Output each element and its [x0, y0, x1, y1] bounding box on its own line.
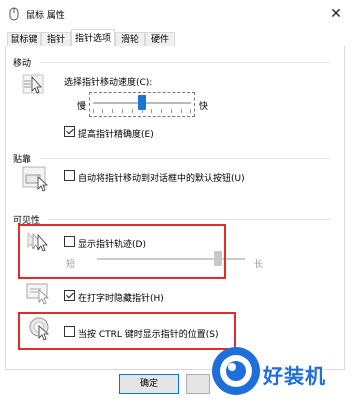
- tab-buttons[interactable]: 鼠标键: [7, 32, 41, 47]
- hide-while-typing-icon: [26, 283, 50, 305]
- speed-tick: [102, 109, 103, 113]
- visibility-group-divider: [48, 219, 330, 220]
- enhance-precision-label: 提高指针精确度(E): [78, 130, 154, 140]
- close-button[interactable]: ✕: [326, 4, 346, 24]
- speed-tick: [151, 109, 152, 113]
- speed-tick: [132, 109, 133, 113]
- speed-tick: [181, 109, 182, 113]
- tab-strip: 鼠标键 指针 指针选项 滑轮 硬件: [5, 29, 345, 48]
- pointer-speed-slider[interactable]: [93, 95, 191, 115]
- enhance-precision-checkbox[interactable]: [64, 126, 75, 137]
- slow-label: 慢: [77, 102, 87, 112]
- speed-tick: [122, 109, 123, 113]
- tab-wheel[interactable]: 滑轮: [115, 32, 145, 47]
- long-label: 长: [254, 260, 264, 270]
- speed-tick: [171, 109, 172, 113]
- ctrl-highlight-box: [18, 312, 236, 350]
- watermark-logo: [212, 347, 260, 395]
- hide-while-typing-checkbox[interactable]: [64, 290, 75, 301]
- pointer-speed-icon: [22, 74, 44, 94]
- watermark-text: 好装机: [263, 364, 326, 388]
- ok-button[interactable]: 确定: [119, 374, 179, 394]
- trails-highlight-box: [18, 224, 226, 279]
- speed-slider-thumb[interactable]: [138, 95, 146, 110]
- snap-to-icon: [22, 166, 49, 192]
- tab-pointers[interactable]: 指针: [41, 32, 71, 47]
- mouse-icon: [9, 7, 19, 21]
- hide-while-typing-label: 在打字时隐藏指针(H): [78, 294, 164, 304]
- snap-to-group-label: 贴靠: [13, 155, 32, 165]
- title-bar: 鼠标 属性 ✕: [0, 0, 352, 28]
- window-title: 鼠标 属性: [26, 11, 65, 21]
- speed-tick: [93, 109, 94, 113]
- snap-to-default-checkbox[interactable]: [64, 170, 75, 181]
- watermark-logo-mark: [220, 355, 252, 387]
- speed-tick: [112, 109, 113, 113]
- snap-to-group-divider: [40, 158, 330, 159]
- speed-tick: [190, 109, 191, 113]
- tab-hardware[interactable]: 硬件: [145, 32, 175, 47]
- speed-tick: [161, 109, 162, 113]
- motion-group-label: 移动: [13, 59, 32, 69]
- pointer-speed-label: 选择指针移动速度(C):: [64, 78, 153, 88]
- cancel-button-partial[interactable]: [186, 374, 210, 394]
- snap-to-default-label: 自动将指针移动到对话框中的默认按钮(U): [78, 174, 245, 184]
- motion-group-divider: [40, 62, 330, 63]
- fast-label: 快: [199, 102, 209, 112]
